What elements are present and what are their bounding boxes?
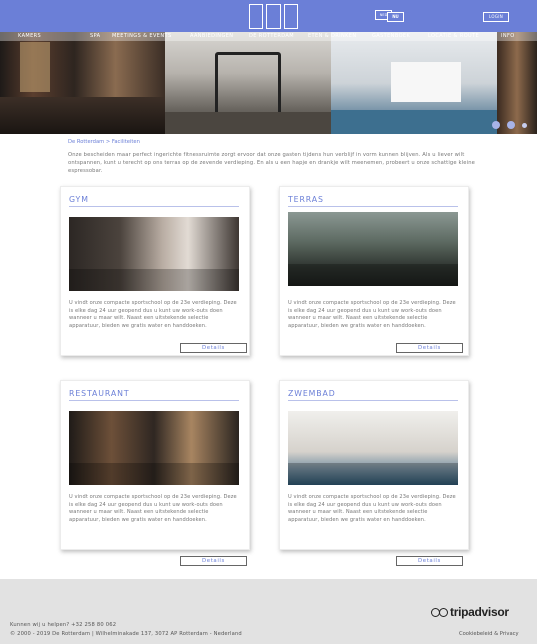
lang-option-front[interactable]: NU (387, 12, 404, 22)
card-description: U vindt onze compacte sportschool op de … (69, 300, 237, 330)
card-title: TERRAS (288, 195, 324, 204)
nav-item-gastenboek[interactable]: GASTENBOEK (372, 33, 410, 40)
nav-item-info[interactable]: INFO (501, 33, 515, 40)
nav-item-kamers[interactable]: KAMERS (18, 33, 41, 40)
intro-text: Onze bescheiden maar perfect ingerichte … (68, 152, 475, 174)
details-button-zwembad[interactable]: Details (396, 556, 463, 566)
card-divider (69, 206, 239, 207)
nav-item-aanbiedingen[interactable]: AANBIEDINGEN (190, 33, 233, 40)
facility-card-restaurant: RESTAURANT U vindt onze compacte sportsc… (60, 380, 250, 566)
hotel-logo-icon[interactable] (249, 4, 298, 29)
facility-card-zwembad: ZWEMBAD U vindt onze compacte sportschoo… (279, 380, 469, 566)
main-nav: KAMERS SPA MEETINGS & EVENTS AANBIEDINGE… (0, 32, 537, 41)
nav-item-eten-drinken[interactable]: ETEN & DRINKEN (308, 33, 357, 40)
tripadvisor-wordmark: tripadvisor (450, 605, 509, 619)
card-divider (69, 400, 239, 401)
card-title: GYM (69, 195, 89, 204)
details-button-terras[interactable]: Details (396, 343, 463, 353)
nav-item-de-rotterdam[interactable]: DE ROTTERDAM (249, 33, 294, 40)
card-image-terras (288, 212, 458, 286)
hero-image-lounge (0, 32, 165, 134)
cookie-privacy-link[interactable]: Cookiebeleid & Privacy (459, 631, 519, 637)
site-header: NED NU LOGIN (0, 0, 537, 32)
copyright-text: © 2000 - 2019 De Rotterdam | Wilhelminak… (10, 631, 242, 637)
card-divider (288, 400, 458, 401)
details-button-gym[interactable]: Details (180, 343, 247, 353)
tripadvisor-owl-icon (431, 607, 448, 617)
card-description: U vindt onze compacte sportschool op de … (288, 300, 456, 330)
login-button[interactable]: LOGIN (483, 12, 509, 22)
facility-card-terras: TERRAS U vindt onze compacte sportschool… (279, 186, 469, 356)
card-title: ZWEMBAD (288, 389, 336, 398)
help-phone-text[interactable]: Kunnen wij u helpen? +32 258 80 062 (10, 622, 116, 628)
facility-card-gym: GYM U vindt onze compacte sportschool op… (60, 186, 250, 356)
hero-slideshow: KAMERS SPA MEETINGS & EVENTS AANBIEDINGE… (0, 32, 537, 134)
breadcrumb[interactable]: De Rotterdam > Faciliteiten (68, 139, 140, 145)
card-title: RESTAURANT (69, 389, 130, 398)
slide-dot-1[interactable] (492, 121, 500, 129)
nav-item-spa[interactable]: SPA (90, 33, 101, 40)
nav-item-locatie-route[interactable]: LOCATIE & ROUTE (428, 33, 479, 40)
card-divider (288, 206, 458, 207)
card-description: U vindt onze compacte sportschool op de … (69, 494, 237, 524)
details-button-restaurant[interactable]: Details (180, 556, 247, 566)
tripadvisor-logo[interactable]: tripadvisor (431, 605, 509, 619)
slide-dot-3[interactable] (522, 122, 527, 128)
hero-image-pool (331, 32, 497, 134)
language-switch-icon[interactable]: NED NU (375, 8, 404, 23)
card-image-gym (69, 217, 239, 291)
nav-item-meetings[interactable]: MEETINGS & EVENTS (112, 33, 172, 40)
card-image-restaurant (69, 411, 239, 485)
slideshow-dots (492, 121, 527, 129)
slide-dot-2[interactable] (507, 121, 515, 129)
card-image-zwembad (288, 411, 458, 485)
hero-image-gym (165, 32, 331, 134)
hero-image-restaurant (497, 32, 537, 134)
card-description: U vindt onze compacte sportschool op de … (288, 494, 456, 524)
